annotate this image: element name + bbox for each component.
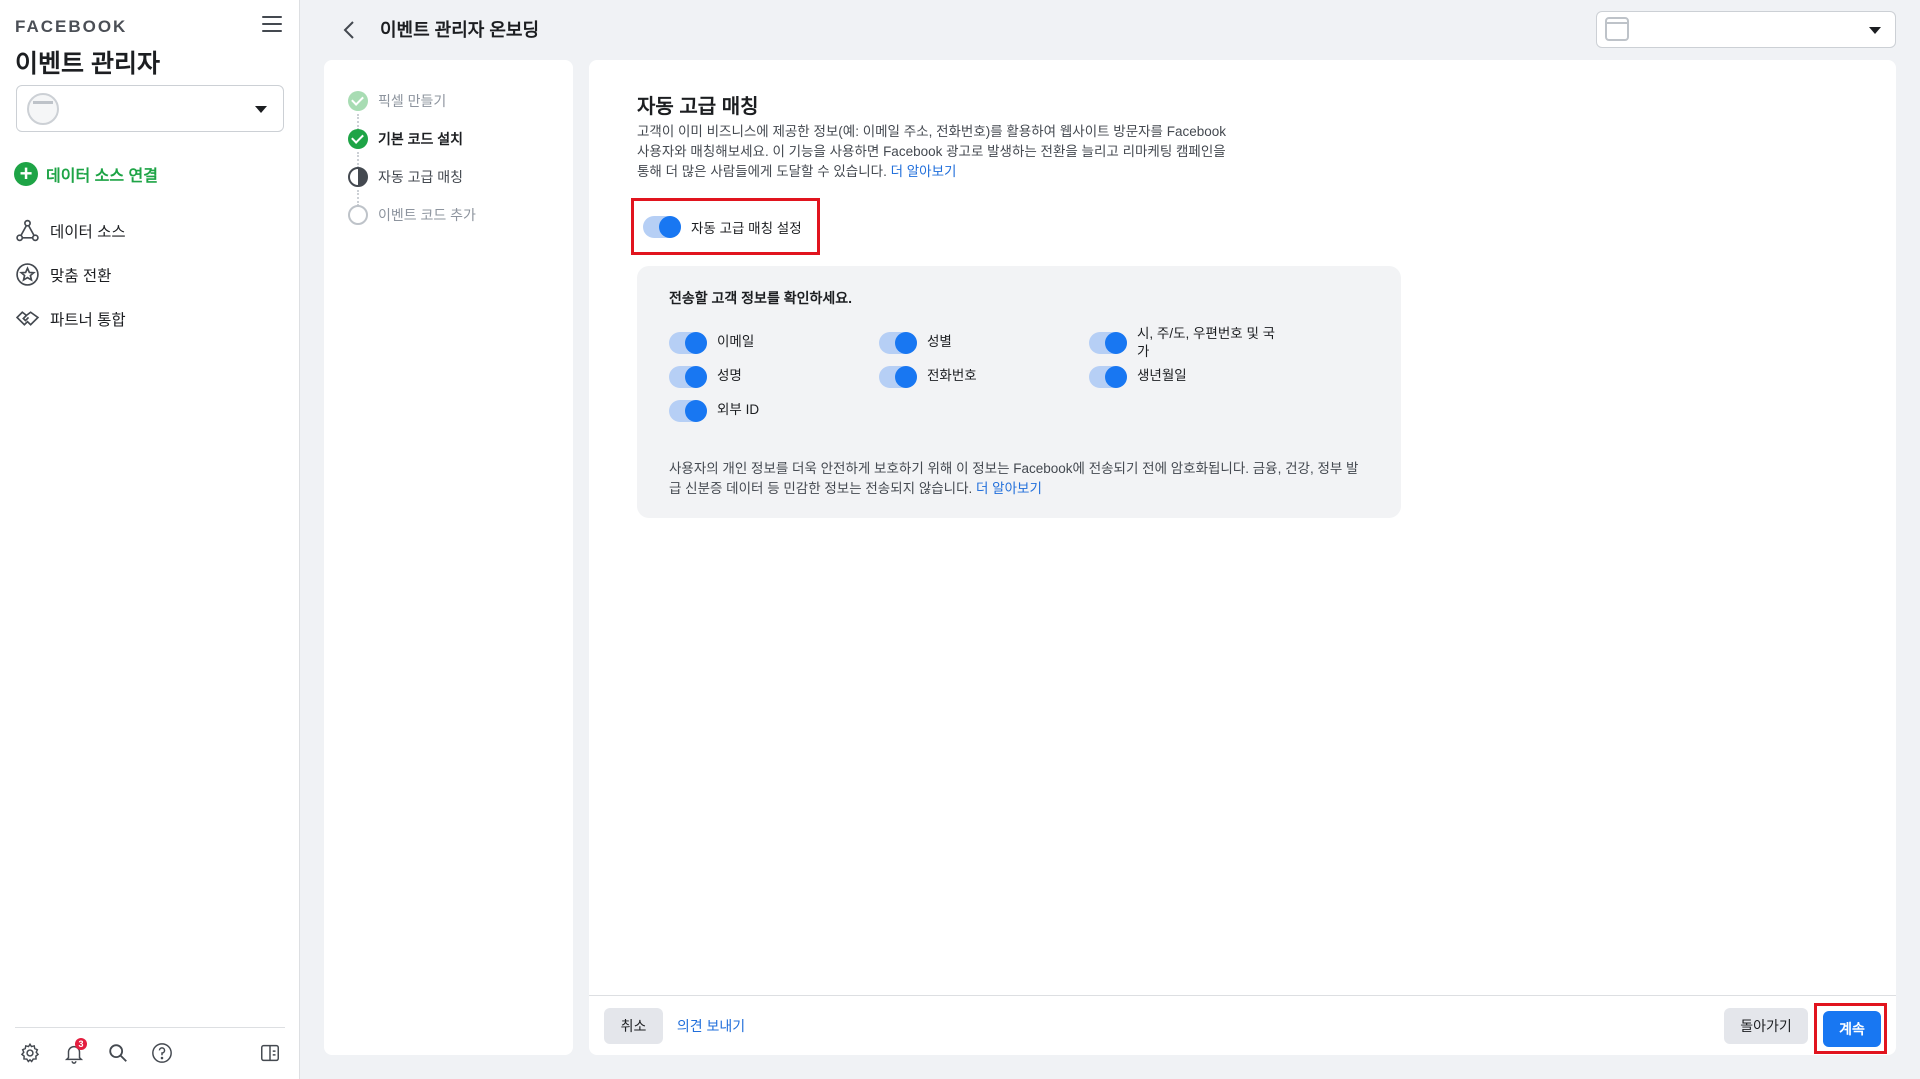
connect-data-source-button[interactable]: + 데이터 소스 연결 [14,162,158,186]
custom-conversions-icon [16,263,39,286]
field-label: 외부 ID [717,402,760,417]
section-title: 자동 고급 매칭 [637,96,759,118]
step-automatic-advanced-matching: 자동 고급 매칭 [348,166,463,188]
onboarding-steps-panel: 픽셀 만들기 기본 코드 설치 자동 고급 매칭 이벤트 코드 추가 [324,60,573,1055]
footer-bar: 취소 의견 보내기 돌아가기 계속 [589,995,1896,1055]
step-label: 자동 고급 매칭 [378,169,464,185]
field-birthdate: 생년월일 [1089,366,1187,388]
check-circle-icon [348,91,368,111]
field-gender: 성별 [879,332,952,354]
sidebar-item-label: 파트너 통합 [50,311,126,329]
sidebar-item-data-sources[interactable]: 데이터 소스 [15,218,126,243]
step-create-pixel: 픽셀 만들기 [348,90,446,112]
back-button[interactable]: 돌아가기 [1724,1008,1808,1044]
hamburger-menu-icon[interactable] [262,16,282,34]
sidebar-item-label: 맞춤 전환 [50,267,112,285]
app-title: 이벤트 관리자 [15,50,160,78]
sidebar-item-custom-conversions[interactable]: 맞춤 전환 [15,262,111,287]
step-label: 기본 코드 설치 [378,131,464,147]
field-label: 생년월일 [1137,368,1187,383]
automatic-advanced-matching-setting: 자동 고급 매칭 설정 [631,198,820,255]
sidebar: FACEBOOK 이벤트 관리자 + 데이터 소스 연결 데이터 소스 맞춤 전… [0,0,300,1079]
panel-toggle-icon[interactable] [259,1042,281,1064]
connect-data-source-label: 데이터 소스 연결 [46,168,158,185]
sidebar-divider [15,1027,285,1028]
cancel-button[interactable]: 취소 [604,1008,663,1044]
continue-highlight: 계속 [1814,1003,1887,1054]
customer-info-box: 전송할 고객 정보를 확인하세요. 이메일 성별 시, 주/도, 우편번호 및 … [637,266,1401,518]
chevron-down-icon [255,106,267,113]
business-avatar-icon [27,93,59,125]
check-circle-icon [348,129,368,149]
automatic-advanced-matching-toggle[interactable] [643,215,681,238]
step-label: 이벤트 코드 추가 [378,207,476,223]
gender-toggle[interactable] [879,332,917,354]
birthdate-toggle[interactable] [1089,366,1127,388]
privacy-learn-more-link[interactable]: 더 알아보기 [976,481,1042,496]
sidebar-item-label: 데이터 소스 [50,223,126,241]
field-email: 이메일 [669,332,754,354]
info-title: 전송할 고객 정보를 확인하세요. [669,290,852,306]
back-arrow-icon[interactable] [340,19,360,41]
field-location: 시, 주/도, 우편번호 및 국가 [1089,324,1287,361]
half-circle-icon [348,167,368,187]
field-label: 이메일 [717,334,755,349]
privacy-note: 사용자의 개인 정보를 더욱 안전하게 보호하기 위해 이 정보는 Facebo… [669,459,1369,499]
help-icon[interactable] [151,1042,173,1064]
field-name: 성명 [669,366,742,388]
field-label: 시, 주/도, 우편번호 및 국가 [1137,326,1276,359]
field-label: 성별 [927,334,952,349]
step-label: 픽셀 만들기 [378,93,447,109]
business-account-select[interactable] [16,85,284,132]
settings-gear-icon[interactable] [19,1042,41,1064]
send-feedback-link[interactable]: 의견 보내기 [671,1008,751,1044]
name-toggle[interactable] [669,366,707,388]
pixel-select-dropdown[interactable] [1596,11,1896,48]
sidebar-item-partner-integrations[interactable]: 파트너 통합 [15,306,126,331]
partner-integrations-icon [15,311,40,326]
learn-more-link[interactable]: 더 알아보기 [891,164,957,179]
step-install-base-code: 기본 코드 설치 [348,128,463,150]
notifications-bell-icon[interactable]: 3 [63,1038,87,1064]
plus-circle-icon: + [14,162,38,186]
section-description: 고객이 이미 비즈니스에 제공한 정보(예: 이메일 주소, 전화번호)를 활용… [637,122,1237,182]
continue-button[interactable]: 계속 [1823,1011,1881,1047]
phone-toggle[interactable] [879,366,917,388]
main-card: 자동 고급 매칭 고객이 이미 비즈니스에 제공한 정보(예: 이메일 주소, … [589,60,1896,995]
notification-count-badge: 3 [75,1038,87,1050]
field-label: 성명 [717,368,742,383]
step-add-event-code: 이벤트 코드 추가 [348,204,476,226]
field-external-id: 외부 ID [669,400,759,422]
toggle-label: 자동 고급 매칭 설정 [691,220,802,236]
data-sources-icon [16,219,39,242]
location-toggle[interactable] [1089,332,1127,354]
email-toggle[interactable] [669,332,707,354]
page-title: 이벤트 관리자 온보딩 [380,20,540,40]
chevron-down-icon [1869,27,1881,34]
facebook-logo: FACEBOOK [15,17,128,36]
field-label: 전화번호 [927,368,977,383]
external-id-toggle[interactable] [669,400,707,422]
pixel-icon [1605,17,1629,41]
field-phone: 전화번호 [879,366,977,388]
empty-circle-icon [348,205,368,225]
search-icon[interactable] [107,1042,129,1064]
